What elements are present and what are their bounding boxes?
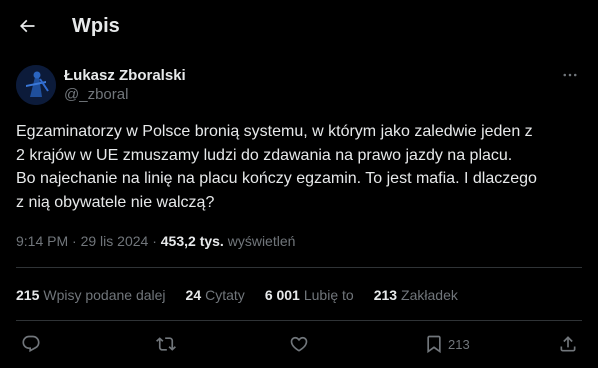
stat-label: Wpisy podane dalej (43, 287, 166, 303)
share-button[interactable] (558, 330, 578, 358)
divider (16, 320, 582, 321)
tweet-author: Łukasz Zboralski @_zboral (16, 65, 582, 105)
page-title: Wpis (72, 15, 120, 37)
stat-value: 24 (185, 287, 202, 303)
tweet-meta: 9:14 PM · 29 lis 2024 · 453,2 tys. wyświ… (16, 232, 295, 250)
author-display-name[interactable]: Łukasz Zboralski (64, 67, 186, 85)
stat-label: Zakładek (401, 287, 458, 303)
more-options-button[interactable] (558, 65, 582, 85)
tweet-text: Egzaminatorzy w Polsce bronią systemu, w… (16, 120, 586, 214)
tweet-text-line: 2 krajów w UE zmuszamy ludzi do zdawania… (16, 146, 513, 164)
stat-label: Lubię to (303, 287, 354, 303)
views-count: 453,2 tys. (160, 233, 224, 249)
header-bar: Wpis (0, 0, 598, 53)
avatar-image (16, 65, 56, 105)
author-handle[interactable]: @_zboral (64, 86, 128, 104)
more-horizontal-icon (563, 73, 577, 77)
reply-button[interactable] (21, 330, 41, 358)
stat-value: 213 (373, 287, 398, 303)
stat-likes[interactable]: 6 001 Lubię to (265, 286, 354, 304)
stat-label: Cytaty (205, 287, 245, 303)
reply-icon (22, 335, 40, 353)
tweet-date[interactable]: 29 lis 2024 (81, 233, 149, 249)
like-button[interactable] (289, 330, 309, 358)
tweet-actions: 213 (0, 330, 598, 358)
share-icon (560, 336, 576, 352)
retweet-button[interactable] (156, 330, 176, 358)
bookmark-count: 213 (448, 336, 470, 352)
tweet-text-line: z nią obywatele nie walczą? (16, 193, 215, 211)
bookmark-button[interactable]: 213 (424, 330, 470, 358)
tweet-time[interactable]: 9:14 PM (16, 233, 68, 249)
back-button[interactable] (10, 9, 44, 43)
stat-value: 215 (16, 287, 40, 303)
tweet-text-line: Bo najechanie na linię na placu kończy e… (16, 170, 537, 187)
tweet-stats: 215 Wpisy podane dalej 24 Cytaty 6 001 L… (16, 286, 458, 304)
meta-separator: · (68, 233, 81, 249)
stat-value: 6 001 (264, 287, 300, 303)
stat-bookmarks[interactable]: 213 Zakładek (374, 286, 458, 304)
tweet-text-line: Egzaminatorzy w Polsce bronią systemu, w… (16, 123, 533, 140)
stat-reposts[interactable]: 215 Wpisy podane dalej (16, 286, 166, 304)
heart-icon (290, 336, 308, 352)
meta-separator: · (148, 233, 161, 249)
stat-quotes[interactable]: 24 Cytaty (186, 286, 245, 304)
bookmark-icon (427, 335, 441, 354)
arrow-left-icon (19, 19, 35, 33)
divider (16, 267, 582, 268)
views-label: wyświetleń (227, 233, 296, 249)
retweet-icon (156, 337, 176, 351)
avatar[interactable] (16, 65, 56, 105)
